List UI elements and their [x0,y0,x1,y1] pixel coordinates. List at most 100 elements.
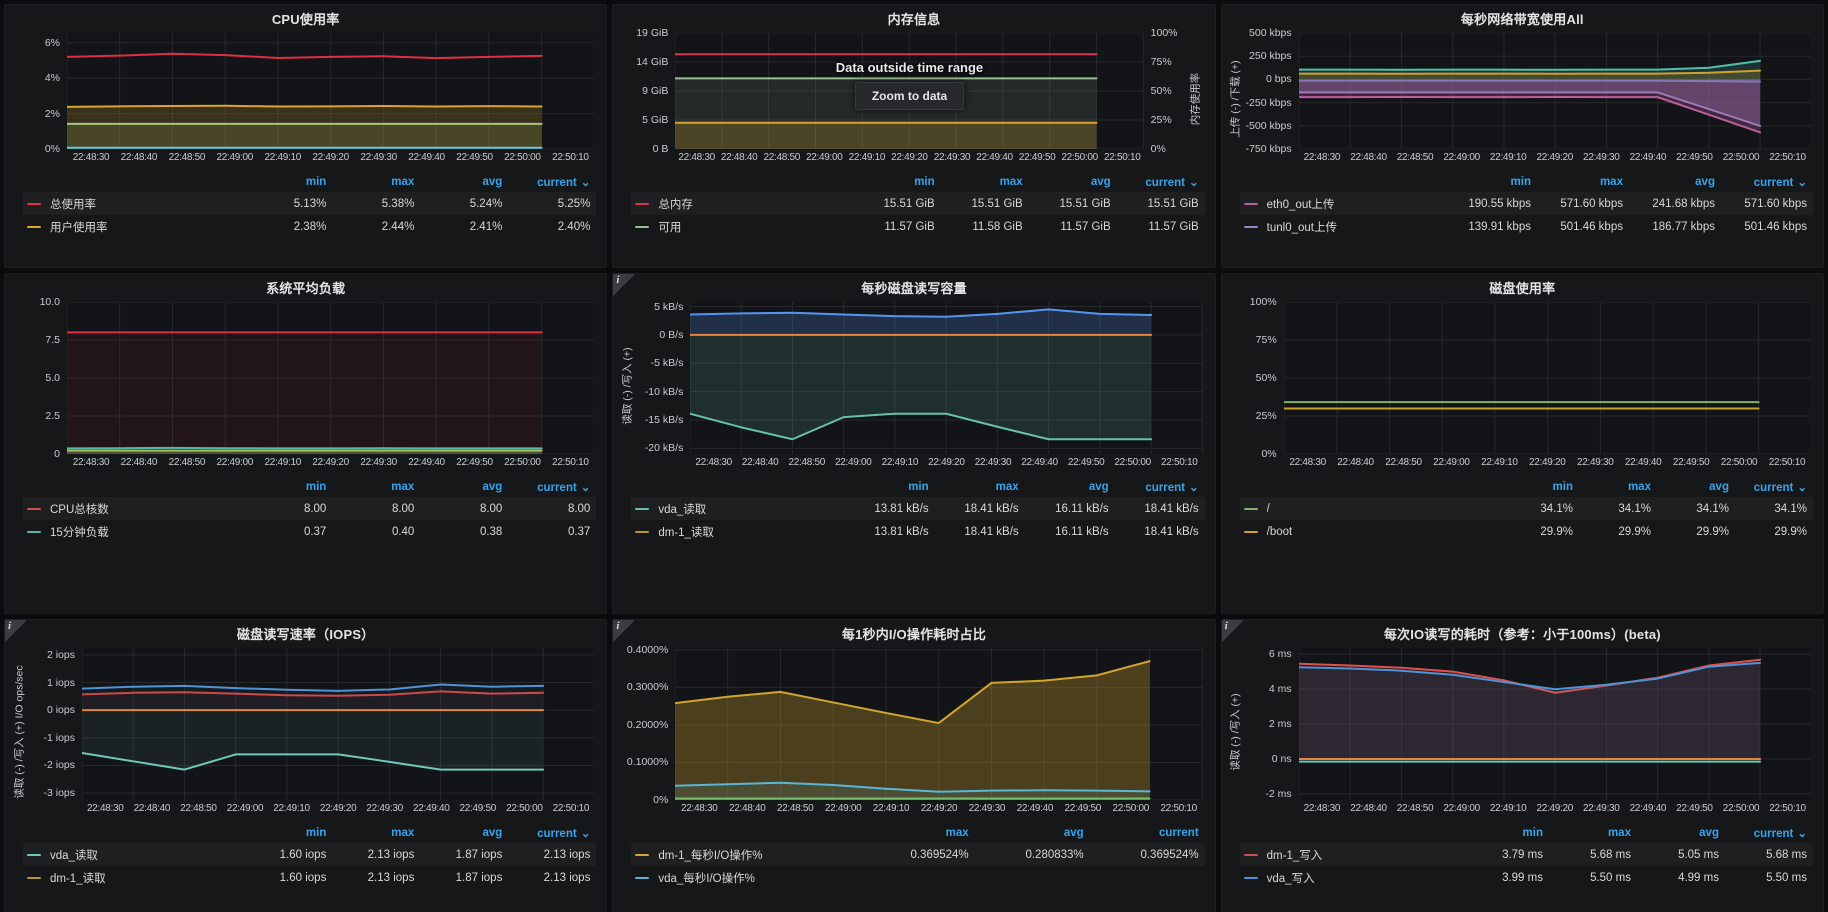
series-toggle[interactable]: 总内存 [631,196,852,212]
plot-area[interactable] [67,33,594,149]
legend-column-max[interactable]: max [332,827,420,839]
series-toggle[interactable]: dm-1_写入 [1240,847,1461,863]
chart-canvas[interactable] [67,302,594,454]
plot-area[interactable]: Data outside time range Zoom to data [675,33,1143,149]
legend-column-max[interactable]: max [860,827,975,839]
series-toggle[interactable]: vda_每秒I/O操作% [631,870,859,886]
y-axis-labels: 6 ms4 ms2 ms0 ns-2 ms [1243,648,1299,800]
legend-column-min[interactable]: min [845,481,935,493]
legend-value: 15.51 GiB [853,198,941,210]
series-toggle[interactable]: vda_写入 [1240,870,1461,886]
legend-column-max[interactable]: max [332,481,420,493]
panel-title[interactable]: 每次IO读写的耗时（参考：小于100ms）(beta) [1384,624,1661,643]
panel-title[interactable]: 磁盘使用率 [1489,278,1555,297]
y-tick-label: 250 kbps [1249,50,1292,62]
chart-area: 22:48:3022:48:4022:48:5022:49:0022:49:10… [675,648,1202,816]
legend-value: 13.81 kB/s [845,526,935,538]
series-toggle[interactable]: vda_读取 [23,847,244,863]
legend-column-min[interactable]: min [1445,176,1537,188]
series-toggle[interactable]: eth0_out上传 [1240,196,1445,212]
legend-column-avg[interactable]: avg [1029,176,1117,188]
x-tick-label: 22:49:00 [222,803,269,816]
legend-column-current[interactable]: current [508,826,596,840]
series-toggle[interactable]: dm-1_读取 [631,524,844,540]
legend-column-avg[interactable]: avg [1025,481,1115,493]
plot-area[interactable] [690,302,1202,454]
y-tick-label: -750 kbps [1246,143,1292,155]
legend-column-min[interactable]: min [244,827,332,839]
panel-info-icon[interactable] [613,620,635,642]
plot-area[interactable] [1299,33,1811,149]
plot-area[interactable] [1284,302,1811,454]
series-color-dash-icon [1244,531,1258,533]
chart-canvas[interactable] [1299,648,1811,800]
plot-area[interactable] [82,648,594,800]
legend-column-label: avg [1064,827,1084,839]
panel-title[interactable]: 每秒网络带宽使用All [1461,9,1584,28]
panel-info-icon[interactable] [1222,620,1244,642]
chart-canvas[interactable] [690,302,1202,454]
legend-column-min[interactable]: min [1501,481,1579,493]
legend-column-avg[interactable]: avg [420,481,508,493]
legend-column-max[interactable]: max [1537,176,1629,188]
series-toggle[interactable]: 用户使用率 [23,219,244,235]
panel-title[interactable]: 内存信息 [888,9,941,28]
legend-column-max[interactable]: max [332,176,420,188]
series-toggle[interactable]: CPU总核数 [23,501,244,517]
legend-column-min[interactable]: min [853,176,941,188]
legend-value: 16.11 kB/s [1025,503,1115,515]
legend-column-current[interactable]: current [1117,175,1205,189]
panel-title[interactable]: 磁盘读写速率（IOPS） [237,624,374,643]
zoom-to-data-button[interactable]: Zoom to data [855,82,964,110]
panel-title[interactable]: 每秒磁盘读写容量 [861,278,967,297]
legend-column-max[interactable]: max [1549,827,1637,839]
chart-canvas[interactable] [1284,302,1811,454]
legend-column-max[interactable]: max [941,176,1029,188]
legend-column-avg[interactable]: avg [1637,827,1725,839]
panel-info-icon[interactable] [5,620,27,642]
series-toggle[interactable]: tunl0_out上传 [1240,219,1445,235]
legend-column-max[interactable]: max [1579,481,1657,493]
panel-info-icon[interactable] [613,274,635,296]
legend-column-avg[interactable]: avg [1657,481,1735,493]
legend-column-current[interactable]: current [1735,480,1813,494]
legend-column-avg[interactable]: avg [420,176,508,188]
chart-canvas[interactable] [675,648,1202,800]
chart-canvas[interactable] [1299,33,1811,149]
chart-canvas[interactable] [67,33,594,149]
series-toggle[interactable]: /boot [1240,526,1501,538]
panel-disk-rw-bytes: 每秒磁盘读写容量 读取 (-) /写入 (+) 5 kB/s0 B/s-5 kB… [612,273,1215,614]
plot-area[interactable] [67,302,594,454]
legend-column-avg[interactable]: avg [420,827,508,839]
legend-column-avg[interactable]: avg [975,827,1090,839]
legend-column-min[interactable]: min [244,481,332,493]
legend-column-current[interactable]: current [1725,826,1813,840]
plot-area[interactable] [675,648,1202,800]
legend-column-current[interactable]: current [1090,827,1205,839]
series-toggle[interactable]: / [1240,503,1501,515]
legend-value: 5.05 ms [1637,849,1725,861]
legend-column-current[interactable]: current [1115,480,1205,494]
panel-title[interactable]: CPU使用率 [272,9,340,28]
legend-column-min[interactable]: min [1461,827,1549,839]
series-color-dash-icon [1244,508,1258,510]
series-toggle[interactable]: 15分钟负载 [23,524,244,540]
x-tick-label: 22:49:50 [451,152,499,165]
plot-area[interactable] [1299,648,1811,800]
legend-column-min[interactable]: min [244,176,332,188]
legend-column-current[interactable]: current [1721,175,1813,189]
series-toggle[interactable]: 总使用率 [23,196,244,212]
panel-title[interactable]: 每1秒内I/O操作耗时占比 [842,624,986,643]
legend-column-avg[interactable]: avg [1629,176,1721,188]
legend-column-max[interactable]: max [935,481,1025,493]
x-tick-label: 22:50:10 [548,803,595,816]
legend-value: 5.38% [332,198,420,210]
legend-column-current[interactable]: current [508,480,596,494]
series-toggle[interactable]: dm-1_每秒I/O操作% [631,847,859,863]
series-toggle[interactable]: vda_读取 [631,501,844,517]
series-toggle[interactable]: dm-1_读取 [23,870,244,886]
series-toggle[interactable]: 可用 [631,219,852,235]
chart-canvas[interactable] [82,648,594,800]
panel-title[interactable]: 系统平均负载 [266,278,345,297]
legend-column-current[interactable]: current [508,175,596,189]
